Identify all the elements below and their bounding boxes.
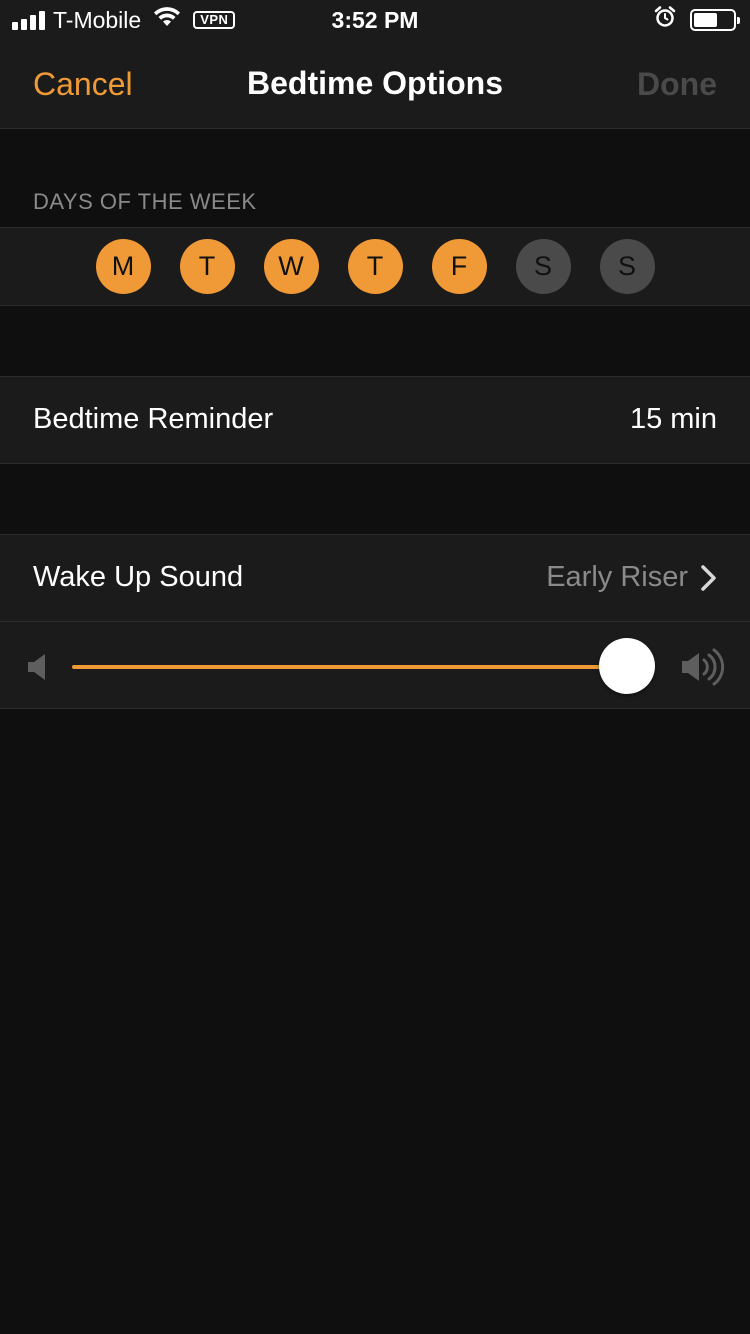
day-toggle-thursday[interactable]: T <box>347 239 403 294</box>
day-toggle-wednesday[interactable]: W <box>263 239 319 294</box>
battery-icon <box>690 9 740 31</box>
bedtime-options-screen: T-Mobile VPN 3:52 PM Cancel Bedtime Opti… <box>0 0 750 1334</box>
status-bar: T-Mobile VPN 3:52 PM <box>0 0 750 40</box>
days-of-week-picker: M T W T F S S <box>0 227 750 306</box>
day-letter: S <box>533 251 552 281</box>
day-toggle-sunday[interactable]: S <box>599 239 655 294</box>
wake-up-sound-row[interactable]: Wake Up Sound Early Riser <box>0 535 750 621</box>
day-letter: T <box>198 251 216 281</box>
status-time: 3:52 PM <box>331 7 419 33</box>
volume-slider-row <box>0 622 750 710</box>
bedtime-reminder-row[interactable]: Bedtime Reminder 15 min <box>0 376 750 464</box>
day-toggle-saturday[interactable]: S <box>515 239 571 294</box>
day-letter: S <box>617 251 636 281</box>
volume-high-icon <box>682 648 724 686</box>
day-letter: M <box>111 251 135 281</box>
bedtime-reminder-value: 15 min <box>629 403 717 435</box>
day-toggle-monday[interactable]: M <box>95 239 151 294</box>
wake-up-sound-label: Wake Up Sound <box>33 561 244 593</box>
days-section-header: DAYS OF THE WEEK <box>33 189 257 214</box>
volume-slider-track[interactable] <box>72 665 627 669</box>
navigation-bar: Cancel Bedtime Options Done <box>0 40 750 129</box>
bedtime-reminder-label: Bedtime Reminder <box>33 403 274 435</box>
alarm-icon <box>654 6 676 34</box>
cancel-button[interactable]: Cancel <box>33 66 133 103</box>
day-letter: T <box>366 251 384 281</box>
done-button[interactable]: Done <box>637 66 717 103</box>
volume-slider-thumb[interactable] <box>599 638 655 694</box>
day-letter: W <box>278 251 304 281</box>
wake-up-sound-group: Wake Up Sound Early Riser <box>0 534 750 709</box>
day-toggle-friday[interactable]: F <box>431 239 487 294</box>
volume-low-icon <box>28 654 45 680</box>
wake-up-sound-value: Early Riser <box>546 561 688 593</box>
day-letter: F <box>450 251 468 281</box>
chevron-right-icon <box>701 565 716 591</box>
day-toggle-tuesday[interactable]: T <box>179 239 235 294</box>
